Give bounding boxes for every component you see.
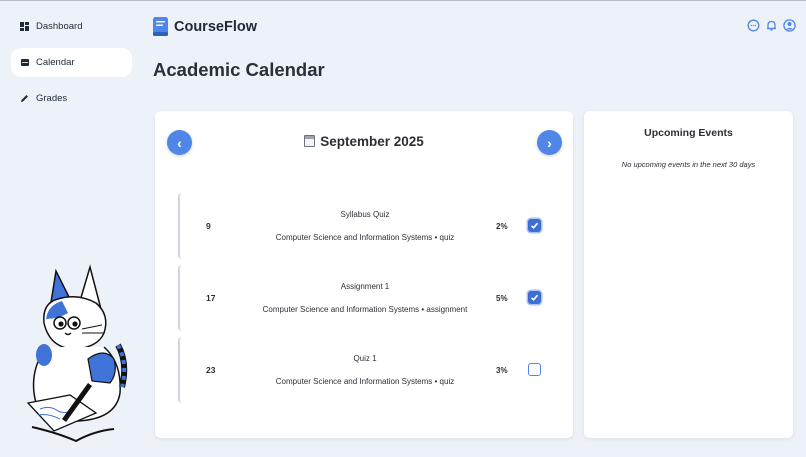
event-row[interactable]: 17 Assignment 1 Computer Science and Inf…: [178, 265, 558, 331]
event-weight: 2%: [496, 221, 508, 231]
event-title: Assignment 1: [340, 282, 390, 291]
month-label: September 2025: [320, 134, 424, 149]
event-course-type: Computer Science and Information Systems…: [275, 233, 455, 242]
event-weight: 3%: [496, 365, 508, 375]
dashboard-icon: [20, 22, 29, 31]
event-complete-checkbox[interactable]: [528, 291, 541, 304]
next-month-button[interactable]: ›: [537, 130, 562, 155]
brand[interactable]: CourseFlow: [153, 17, 257, 36]
event-weight: 5%: [496, 293, 508, 303]
event-row[interactable]: 9 Syllabus Quiz Computer Science and Inf…: [178, 193, 558, 259]
event-day: 17: [206, 293, 216, 303]
page-title: Academic Calendar: [153, 59, 325, 80]
event-title: Syllabus Quiz: [340, 210, 390, 219]
calendar-emoji-icon: [304, 135, 316, 147]
upcoming-empty-message: No upcoming events in the next 30 days: [621, 160, 756, 169]
chat-icon[interactable]: [747, 19, 760, 32]
bell-icon[interactable]: [765, 19, 778, 32]
sidebar-item-label: Dashboard: [36, 21, 83, 32]
sidebar-item-dashboard[interactable]: Dashboard: [11, 12, 132, 41]
header-actions: [747, 19, 796, 32]
event-title: Quiz 1: [353, 354, 377, 363]
pencil-icon: [20, 94, 29, 103]
event-day: 23: [206, 365, 216, 375]
sidebar-item-label: Grades: [36, 93, 68, 104]
book-logo-icon: [153, 17, 168, 36]
checkmark-icon: [530, 294, 539, 301]
brand-name: CourseFlow: [174, 18, 257, 35]
calendar-card: ‹ September 2025 › 9 Syllabus Quiz Compu…: [155, 111, 573, 438]
user-icon[interactable]: [783, 19, 796, 32]
checkmark-icon: [530, 222, 539, 229]
sidebar-item-label: Calendar: [36, 57, 75, 68]
sidebar-item-calendar[interactable]: Calendar: [11, 48, 132, 77]
upcoming-events-title: Upcoming Events: [644, 127, 733, 139]
event-row[interactable]: 23 Quiz 1 Computer Science and Informati…: [178, 337, 558, 403]
sidebar-item-grades[interactable]: Grades: [11, 84, 132, 113]
event-course-type: Computer Science and Information Systems…: [262, 305, 468, 314]
sidebar: Dashboard Calendar Grades: [0, 1, 143, 457]
event-day: 9: [206, 221, 211, 231]
cat-mascot-illustration: [26, 264, 128, 443]
event-course-type: Computer Science and Information Systems…: [275, 377, 455, 386]
event-complete-checkbox[interactable]: [528, 363, 541, 376]
event-complete-checkbox[interactable]: [528, 219, 541, 232]
calendar-icon: [20, 58, 29, 67]
upcoming-events-card: Upcoming Events No upcoming events in th…: [584, 111, 793, 438]
month-title: September 2025: [155, 134, 573, 149]
